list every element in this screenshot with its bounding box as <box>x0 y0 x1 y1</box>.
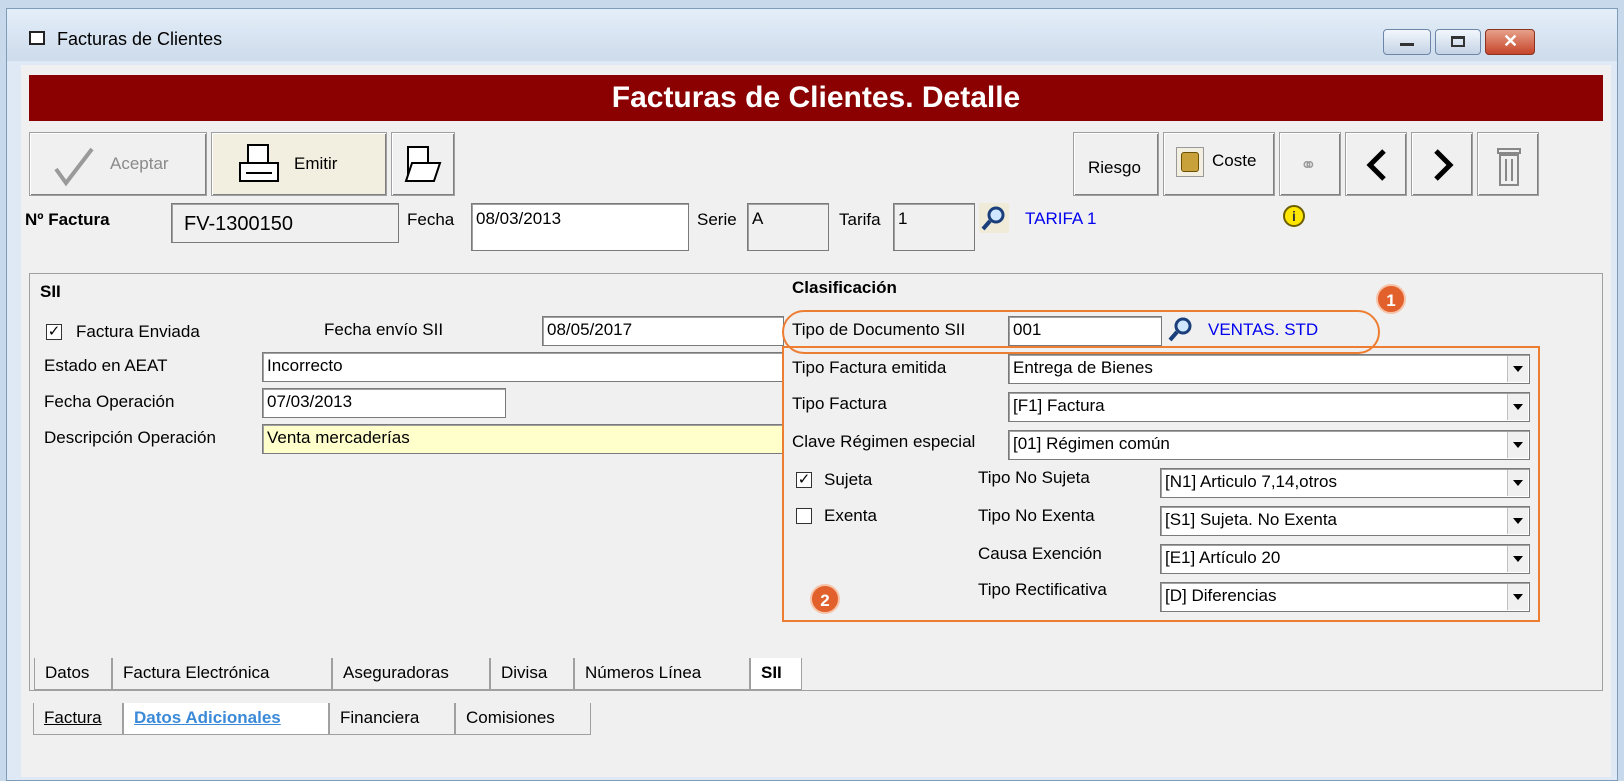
next-button[interactable] <box>1411 132 1473 196</box>
title-bar: Facturas de Clientes ✕ <box>7 9 1617 61</box>
inner-tab-bar: Datos Factura Electrónica Aseguradoras D… <box>30 658 1604 690</box>
callout-box-2 <box>782 346 1540 622</box>
estado-field[interactable]: Incorrecto <box>262 352 784 382</box>
minimize-button[interactable] <box>1383 29 1431 55</box>
search-icon <box>981 206 1005 231</box>
sii-panel: SII ✓ Factura Enviada Fecha envío SII 08… <box>29 273 1603 691</box>
app-icon <box>29 31 45 45</box>
tab-datos[interactable]: Datos <box>34 658 112 690</box>
folder-document-icon <box>404 146 442 182</box>
descripcion-field[interactable]: Venta mercaderías <box>262 424 784 454</box>
clasificacion-title: Clasificación <box>792 278 897 297</box>
fecha-operacion-label: Fecha Operación <box>44 392 175 411</box>
estado-label: Estado en AEAT <box>44 356 168 375</box>
factura-enviada-checkbox[interactable]: ✓ <box>46 324 62 340</box>
tarifa-name-link[interactable]: TARIFA 1 <box>1025 209 1097 229</box>
app-window: Facturas de Clientes ✕ Facturas de Clien… <box>6 8 1618 781</box>
checkmark-icon <box>54 147 94 187</box>
emitir-button[interactable]: Emitir <box>211 132 387 196</box>
factura-enviada-label: Factura Enviada <box>76 322 200 341</box>
tarifa-search-button[interactable] <box>979 203 1009 233</box>
link-icon: ⚭ <box>1300 155 1317 177</box>
coste-button[interactable]: Coste <box>1163 132 1275 196</box>
emitir-label: Emitir <box>294 154 338 173</box>
coste-label: Coste <box>1212 151 1257 170</box>
outer-tab-bar: Factura Datos Adicionales Financiera Com… <box>29 703 1603 735</box>
maximize-button[interactable] <box>1435 29 1481 55</box>
printer-icon <box>239 144 279 182</box>
delete-button[interactable] <box>1477 132 1539 196</box>
tarifa-field[interactable]: 1 <box>893 203 975 251</box>
riesgo-label: Riesgo <box>1088 158 1141 177</box>
fecha-label: Fecha <box>407 210 455 229</box>
tarifa-label: Tarifa <box>839 210 881 229</box>
close-button[interactable]: ✕ <box>1485 29 1535 55</box>
aceptar-button[interactable]: Aceptar <box>29 132 207 196</box>
serie-field[interactable]: A <box>747 203 829 251</box>
fecha-field[interactable]: 08/03/2013 <box>471 203 689 251</box>
close-icon: ✕ <box>1503 31 1519 51</box>
invoice-number-label: Nº Factura <box>25 210 110 229</box>
tab-financiera[interactable]: Financiera <box>329 703 455 735</box>
sii-section-title: SII <box>40 282 61 301</box>
page-title: Facturas de Clientes. Detalle <box>29 75 1603 121</box>
link-button[interactable]: ⚭ <box>1279 132 1341 196</box>
callout-badge-2: 2 <box>810 584 840 614</box>
tab-factura[interactable]: Factura <box>33 703 123 735</box>
tab-comisiones[interactable]: Comisiones <box>455 703 591 735</box>
previous-button[interactable] <box>1345 132 1407 196</box>
serie-label: Serie <box>697 210 737 229</box>
trash-icon <box>1497 148 1521 186</box>
tab-aseguradoras[interactable]: Aseguradoras <box>332 658 490 690</box>
client-area: Facturas de Clientes. Detalle Aceptar Em… <box>21 65 1611 777</box>
descripcion-label: Descripción Operación <box>44 428 216 447</box>
tab-factura-electronica[interactable]: Factura Electrónica <box>112 658 332 690</box>
maximize-icon <box>1451 36 1465 47</box>
tab-divisa[interactable]: Divisa <box>490 658 574 690</box>
aceptar-label: Aceptar <box>110 154 169 173</box>
fecha-operacion-field[interactable]: 07/03/2013 <box>262 388 506 418</box>
info-icon[interactable]: i <box>1283 205 1305 227</box>
tab-sii[interactable]: SII <box>750 658 802 690</box>
fecha-envio-label: Fecha envío SII <box>324 320 444 339</box>
tab-numeros-linea[interactable]: Números Línea <box>574 658 750 690</box>
coins-icon <box>1176 147 1204 177</box>
callout-badge-1: 1 <box>1376 284 1406 314</box>
chevron-left-icon <box>1366 149 1386 181</box>
open-document-button[interactable] <box>391 132 455 196</box>
window-title: Facturas de Clientes <box>57 29 223 49</box>
chevron-right-icon <box>1434 149 1454 181</box>
invoice-number-field[interactable]: FV-1300150 <box>171 203 399 243</box>
minimize-icon <box>1400 43 1414 46</box>
tab-datos-adicionales[interactable]: Datos Adicionales <box>123 703 329 735</box>
fecha-envio-field[interactable]: 08/05/2017 <box>542 316 784 346</box>
riesgo-button[interactable]: Riesgo <box>1073 132 1159 196</box>
